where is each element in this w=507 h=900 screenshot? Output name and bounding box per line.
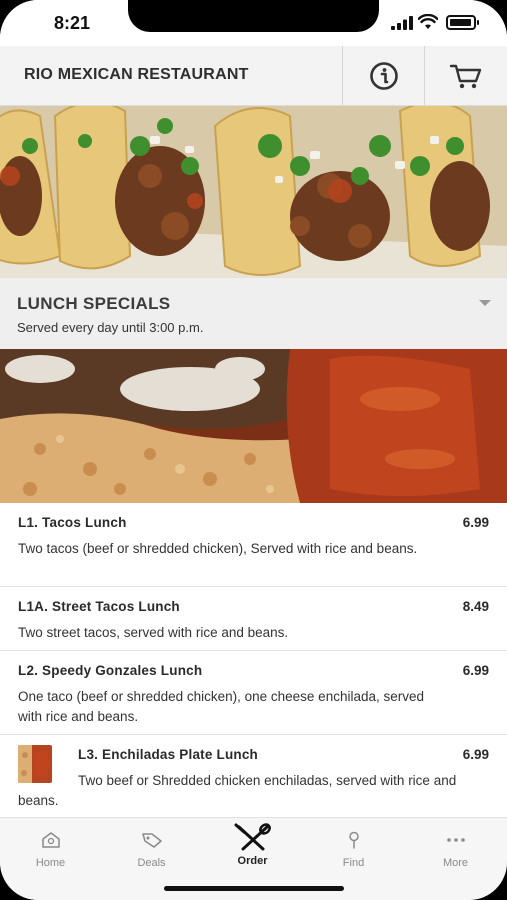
menu-item-description: One taco (beef or shredded chicken), one… <box>18 689 425 724</box>
tag-icon <box>141 833 162 848</box>
cart-icon <box>449 64 481 89</box>
menu-item-description: Two street tacos, served with rice and b… <box>18 625 289 640</box>
more-dots-icon <box>446 838 465 842</box>
collapse-caret-icon[interactable] <box>479 300 491 306</box>
menu-item-price: 6.99 <box>462 515 489 530</box>
status-time: 8:21 <box>54 13 91 33</box>
menu-item-price: 8.49 <box>462 599 489 614</box>
menu-item-name: L1. Tacos Lunch <box>18 515 127 530</box>
menu-item[interactable]: L1. Tacos Lunch 6.99 Two tacos (beef or … <box>0 503 507 587</box>
tab-deals[interactable]: Deals <box>101 818 202 878</box>
battery-icon <box>446 15 479 30</box>
wifi-icon <box>418 14 438 29</box>
tab-label: Order <box>237 855 268 867</box>
utensils-icon <box>234 823 271 851</box>
info-circle-icon <box>369 62 398 90</box>
tab-home[interactable]: Home <box>0 818 101 878</box>
signal-icon <box>391 16 413 30</box>
tab-find[interactable]: Find <box>303 818 404 878</box>
notch <box>128 0 379 32</box>
menu-item-name: L1A. Street Tacos Lunch <box>18 599 180 614</box>
section-title: LUNCH SPECIALS <box>17 294 171 313</box>
menu-item-list: L1. Tacos Lunch 6.99 Two tacos (beef or … <box>0 503 507 817</box>
restaurant-title: RIO MEXICAN RESTAURANT <box>24 66 249 83</box>
menu-item-price: 6.99 <box>462 747 489 762</box>
home-indicator[interactable] <box>164 886 344 891</box>
cart-button[interactable] <box>424 46 506 106</box>
menu-item[interactable]: L1A. Street Tacos Lunch 8.49 Two street … <box>0 587 507 651</box>
tab-order[interactable]: Order <box>202 818 303 878</box>
menu-item[interactable]: L3. Enchiladas Plate Lunch 6.99 Two beef… <box>0 735 507 817</box>
tab-label: Home <box>35 857 66 869</box>
lunch-plate-image <box>0 349 507 503</box>
menu-item-description: Two beef or Shredded chicken enchiladas,… <box>18 773 457 808</box>
tab-label: Find <box>342 857 365 869</box>
tab-label: More <box>442 857 469 869</box>
home-icon <box>41 832 60 848</box>
menu-item-description: Two tacos (beef or shredded chicken), Se… <box>18 541 418 556</box>
phone-screen: 8:21 RIO MEXICAN RESTAURANT LUNCH SPECIA… <box>0 0 507 900</box>
section-header-lunch-specials[interactable]: LUNCH SPECIALS Served every day until 3:… <box>0 278 507 349</box>
info-button[interactable] <box>342 46 424 106</box>
pin-icon <box>348 831 359 849</box>
menu-item-price: 6.99 <box>462 663 489 678</box>
hero-tacos-image <box>0 106 507 278</box>
tab-more[interactable]: More <box>404 818 507 878</box>
tab-label: Deals <box>137 857 166 869</box>
section-subtitle: Served every day until 3:00 p.m. <box>17 320 204 335</box>
app-header: RIO MEXICAN RESTAURANT <box>0 46 507 106</box>
menu-item-name: L2. Speedy Gonzales Lunch <box>18 663 203 678</box>
status-bar: 8:21 <box>0 0 507 46</box>
menu-item-name: L3. Enchiladas Plate Lunch <box>78 747 258 762</box>
menu-item[interactable]: L2. Speedy Gonzales Lunch 6.99 One taco … <box>0 651 507 735</box>
